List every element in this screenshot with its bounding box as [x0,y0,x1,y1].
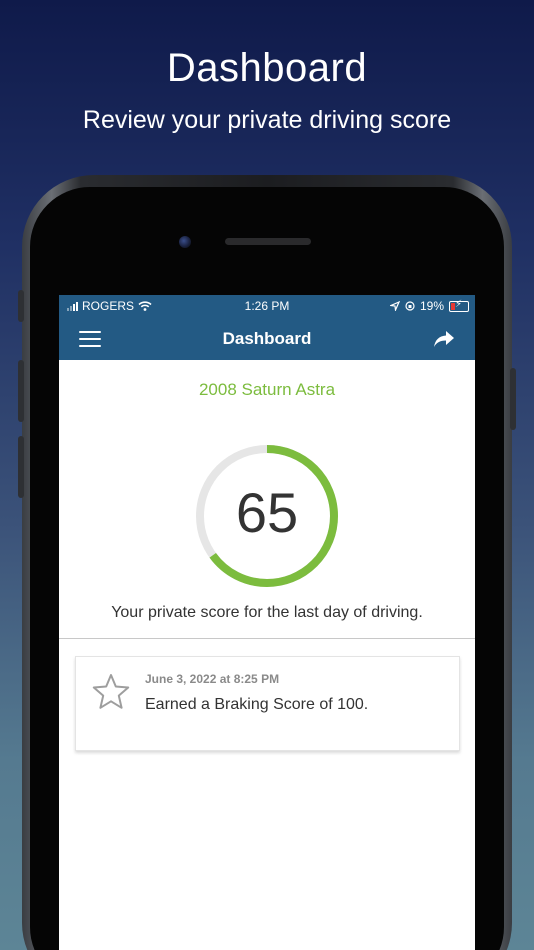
app-screen: ROGERS 1:26 PM 19% ⚡ Dashboard 2008 Satu… [59,295,475,950]
event-text: Earned a Braking Score of 100. [145,696,369,713]
battery-percent: 19% [419,299,444,313]
nav-title: Dashboard [222,329,312,348]
star-outline-icon [92,674,130,709]
score-value: 65 [235,481,299,544]
phone-power-button [510,368,516,430]
vehicle-name[interactable]: 2008 Saturn Astra [59,380,475,400]
battery-icon: ⚡ [449,299,469,312]
earpiece-speaker [225,238,311,245]
nav-bar: Dashboard [59,317,475,360]
location-arrow-icon [389,301,400,311]
phone-silent-switch [18,290,24,322]
score-caption: Your private score for the last day of d… [111,604,423,621]
share-arrow-icon[interactable] [433,329,455,349]
phone-volume-down-button [18,436,24,498]
hero-title: Dashboard [166,46,368,90]
event-card[interactable]: June 3, 2022 at 8:25 PM Earned a Braking… [75,656,460,751]
event-date: June 3, 2022 at 8:25 PM [145,672,280,686]
front-camera [179,236,191,248]
hero-subtitle: Review your private driving score [82,106,452,134]
orientation-lock-icon [405,301,415,311]
phone-volume-up-button [18,360,24,422]
section-divider [59,638,475,639]
status-bar: ROGERS 1:26 PM 19% ⚡ [59,295,475,317]
